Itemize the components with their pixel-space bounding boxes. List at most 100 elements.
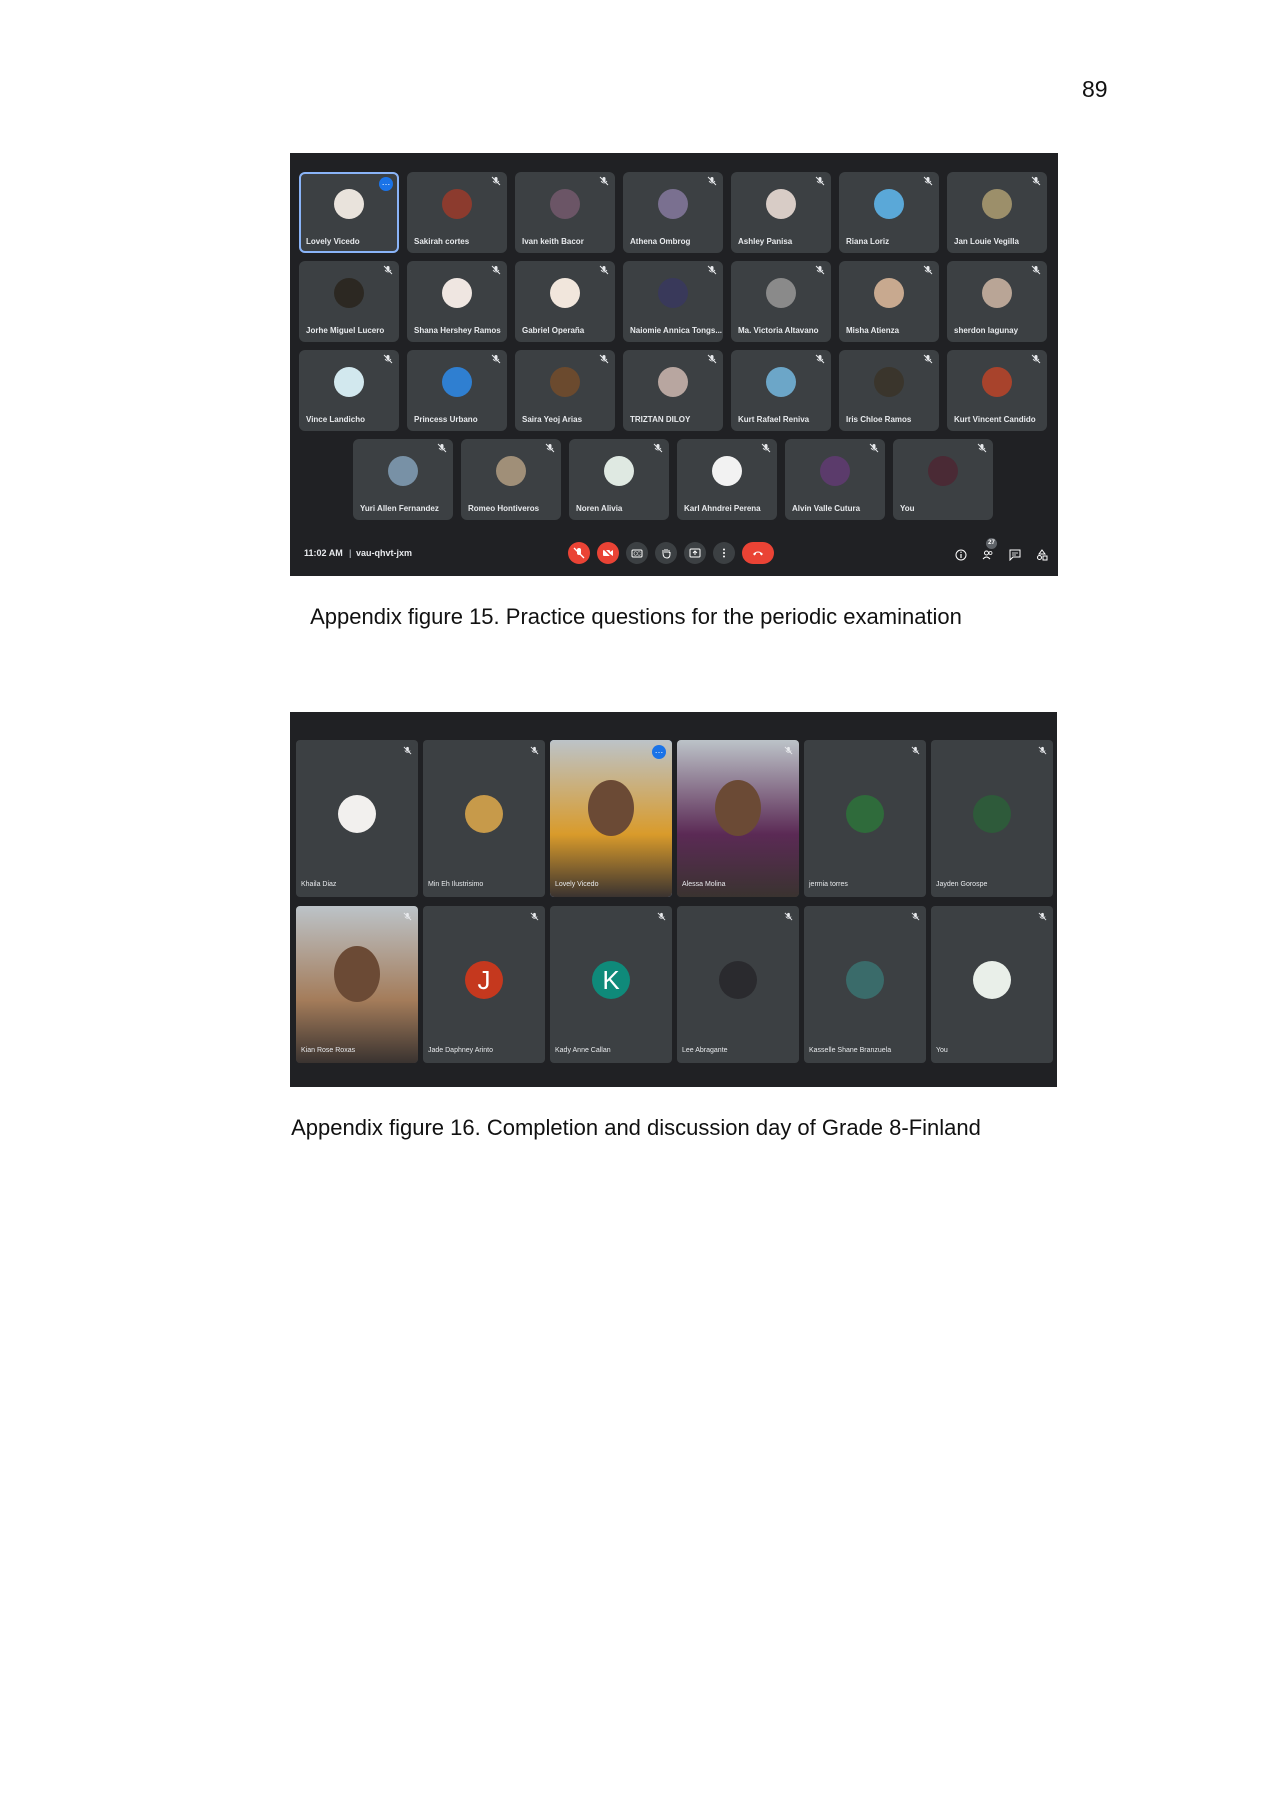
- participant-tile[interactable]: Kian Rose Roxas: [296, 906, 418, 1063]
- tile-more-options-icon[interactable]: …: [652, 745, 666, 759]
- letter-avatar: J: [465, 960, 503, 999]
- meet-screenshot-1: … Lovely Vicedo Sakirah cortes Ivan keith B…: [290, 153, 1058, 576]
- participant-tile[interactable]: Sakirah cortes: [407, 172, 507, 253]
- participant-avatar: [846, 794, 884, 833]
- participant-tile[interactable]: Ivan keith Bacor: [515, 172, 615, 253]
- participant-avatar: [338, 794, 376, 833]
- participant-tile[interactable]: Naiomie Annica Tongs...: [623, 261, 723, 342]
- participant-tile[interactable]: You: [931, 906, 1053, 1063]
- participant-name: sherdon lagunay: [954, 326, 1019, 335]
- muted-mic-icon: [657, 912, 666, 921]
- muted-mic-icon: [911, 746, 920, 755]
- muted-mic-icon: [383, 265, 393, 275]
- participant-tile[interactable]: K Kady Anne Callan: [550, 906, 672, 1063]
- muted-mic-icon: [815, 265, 825, 275]
- participant-avatar: [550, 278, 580, 309]
- participant-avatar: [334, 189, 364, 220]
- participant-name: Kasselle Shane Branzuela: [809, 1047, 892, 1054]
- participant-tile[interactable]: Misha Atienza: [839, 261, 939, 342]
- participant-tile[interactable]: jermia torres: [804, 740, 926, 897]
- participant-video: [550, 740, 672, 897]
- activities-button[interactable]: [1031, 544, 1051, 564]
- muted-mic-icon: [437, 443, 447, 453]
- participant-tile[interactable]: Romeo Hontiveros: [461, 439, 561, 520]
- participant-tile[interactable]: Kasselle Shane Branzuela: [804, 906, 926, 1063]
- muted-mic-icon: [923, 265, 933, 275]
- participant-name: Princess Urbano: [414, 415, 478, 424]
- muted-mic-icon: [599, 265, 609, 275]
- participant-tile[interactable]: Jan Louie Vegilla: [947, 172, 1047, 253]
- participant-tile[interactable]: Princess Urbano: [407, 350, 507, 431]
- muted-mic-icon: [383, 354, 393, 364]
- participant-name: Jorhe Miguel Lucero: [306, 326, 385, 335]
- mic-off-button[interactable]: [568, 542, 590, 564]
- tile-more-options-icon[interactable]: …: [379, 177, 393, 191]
- participant-name: Athena Ombrog: [630, 237, 691, 246]
- participant-avatar: [874, 278, 904, 309]
- participant-tile[interactable]: Ashley Panisa: [731, 172, 831, 253]
- participant-tile[interactable]: … Lovely Vicedo: [550, 740, 672, 897]
- muted-mic-icon: [1031, 176, 1041, 186]
- participant-tile[interactable]: Kurt Vincent Candido: [947, 350, 1047, 431]
- participant-name: Naiomie Annica Tongs...: [630, 326, 723, 335]
- participant-tile[interactable]: Lee Abragante: [677, 906, 799, 1063]
- participant-avatar: [719, 960, 757, 999]
- participant-tile[interactable]: Alvin Valle Cutura: [785, 439, 885, 520]
- muted-mic-icon: [1031, 354, 1041, 364]
- muted-mic-icon: [530, 912, 539, 921]
- participant-avatar: [928, 456, 958, 487]
- participant-tile[interactable]: J Jade Daphney Arinto: [423, 906, 545, 1063]
- participant-tile[interactable]: Vince Landicho: [299, 350, 399, 431]
- muted-mic-icon: [923, 176, 933, 186]
- captions-button[interactable]: CC: [626, 542, 648, 564]
- meet-screenshot-2: Khaila Diaz Min Eh Ilustrisimo … Lovely Vic…: [290, 712, 1057, 1087]
- participant-tile[interactable]: Yuri Allen Fernandez: [353, 439, 453, 520]
- participant-tile[interactable]: Gabriel Operaña: [515, 261, 615, 342]
- participant-avatar: [442, 367, 472, 398]
- participant-tile[interactable]: Saira Yeoj Arias: [515, 350, 615, 431]
- participant-tile[interactable]: Jayden Gorospe: [931, 740, 1053, 897]
- participant-tile[interactable]: … Lovely Vicedo: [299, 172, 399, 253]
- muted-mic-icon: [1038, 912, 1047, 921]
- participant-tile[interactable]: sherdon lagunay: [947, 261, 1047, 342]
- participant-avatar: [874, 189, 904, 220]
- participant-tile[interactable]: Shana Hershey Ramos: [407, 261, 507, 342]
- muted-mic-icon: [599, 176, 609, 186]
- participant-tile[interactable]: Athena Ombrog: [623, 172, 723, 253]
- participant-tile[interactable]: Ma. Victoria Altavano: [731, 261, 831, 342]
- info-icon: [955, 549, 967, 561]
- participant-tile[interactable]: Min Eh Ilustrisimo: [423, 740, 545, 897]
- participant-tile[interactable]: Alessa Molina: [677, 740, 799, 897]
- muted-mic-icon: [403, 912, 412, 921]
- participant-tile[interactable]: Iris Chloe Ramos: [839, 350, 939, 431]
- participant-name: Alvin Valle Cutura: [792, 504, 861, 513]
- chat-button[interactable]: [1004, 544, 1024, 564]
- muted-mic-icon: [491, 176, 501, 186]
- muted-mic-icon: [545, 443, 555, 453]
- participant-face: [715, 780, 761, 836]
- more-options-button[interactable]: [713, 542, 735, 564]
- participant-tile[interactable]: Kurt Rafael Reniva: [731, 350, 831, 431]
- participant-tile[interactable]: You: [893, 439, 993, 520]
- participant-name: Ma. Victoria Altavano: [738, 326, 819, 335]
- raise-hand-button[interactable]: [655, 542, 677, 564]
- muted-mic-icon: [815, 176, 825, 186]
- info-button[interactable]: [950, 544, 970, 564]
- present-icon: [689, 548, 701, 558]
- chat-icon: [1009, 549, 1021, 561]
- participant-avatar: [388, 456, 418, 487]
- camera-off-button[interactable]: [597, 542, 619, 564]
- participant-tile[interactable]: TRIZTAN DILOY: [623, 350, 723, 431]
- participant-name: You: [936, 1047, 948, 1054]
- participant-tile[interactable]: Jorhe Miguel Lucero: [299, 261, 399, 342]
- participant-tile[interactable]: Karl Ahndrei Perena: [677, 439, 777, 520]
- participant-name: Kady Anne Callan: [555, 1047, 611, 1054]
- participant-name: Riana Loriz: [846, 237, 890, 246]
- muted-mic-icon: [707, 354, 717, 364]
- end-call-button[interactable]: [742, 542, 774, 564]
- participant-tile[interactable]: Noren Alivia: [569, 439, 669, 520]
- participant-tile[interactable]: Khaila Diaz: [296, 740, 418, 897]
- participant-tile[interactable]: Riana Loriz: [839, 172, 939, 253]
- present-button[interactable]: [684, 542, 706, 564]
- participant-avatar: [982, 189, 1012, 220]
